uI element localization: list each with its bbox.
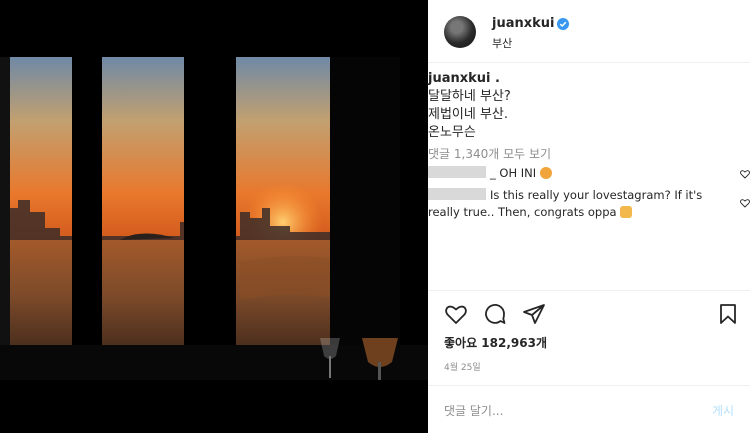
location-link[interactable]: 부산: [492, 35, 512, 51]
caption-username[interactable]: juanxkui .: [428, 70, 738, 88]
angry-face-icon: [539, 167, 552, 179]
share-send-icon[interactable]: [522, 302, 546, 326]
add-comment-input[interactable]: 댓글 달기...: [444, 402, 503, 419]
post-sidebar: juanxkui 부산 juanxkui . 달달하네 부산? 제법이네 부산.…: [428, 0, 750, 433]
caption-line: 달달하네 부산?: [428, 89, 511, 104]
comment-bubble-icon[interactable]: [483, 302, 507, 326]
comment-item: Is this really your lovestagram? If it's…: [428, 187, 733, 221]
actions-divider: [428, 290, 750, 291]
post-photo[interactable]: [0, 0, 428, 433]
blurred-username: [428, 166, 486, 178]
caption-line: 제법이네 부산.: [428, 107, 509, 122]
caption-line: 온노무슨: [428, 125, 476, 140]
raising-hands-icon: [620, 206, 633, 218]
like-heart-icon[interactable]: [444, 302, 468, 326]
like-comment-heart-icon[interactable]: [740, 198, 750, 208]
header-username[interactable]: juanxkui: [492, 16, 554, 31]
post-actions-bar: [428, 300, 750, 330]
like-comment-heart-icon[interactable]: [740, 169, 750, 179]
post-date[interactable]: 4월 25일: [444, 360, 481, 373]
view-all-comments-link[interactable]: 댓글 1,340개 모두 보기: [428, 145, 551, 162]
save-bookmark-icon[interactable]: [716, 302, 740, 326]
sunset-window-image: [0, 0, 428, 433]
blurred-username: [428, 188, 486, 200]
comment-divider: [428, 385, 750, 386]
post-comment-button[interactable]: 게시: [712, 402, 734, 419]
comment-item: _ OH INI: [428, 165, 733, 182]
post-header: juanxkui 부산: [428, 0, 750, 62]
likes-count[interactable]: 좋아요 182,963개: [444, 334, 547, 351]
post-caption: juanxkui . 달달하네 부산? 제법이네 부산. 온노무슨: [428, 70, 738, 142]
header-divider: [428, 62, 750, 63]
avatar[interactable]: [444, 16, 476, 48]
comment-text: _ OH INI: [490, 166, 537, 180]
verified-badge-icon: [557, 18, 569, 30]
